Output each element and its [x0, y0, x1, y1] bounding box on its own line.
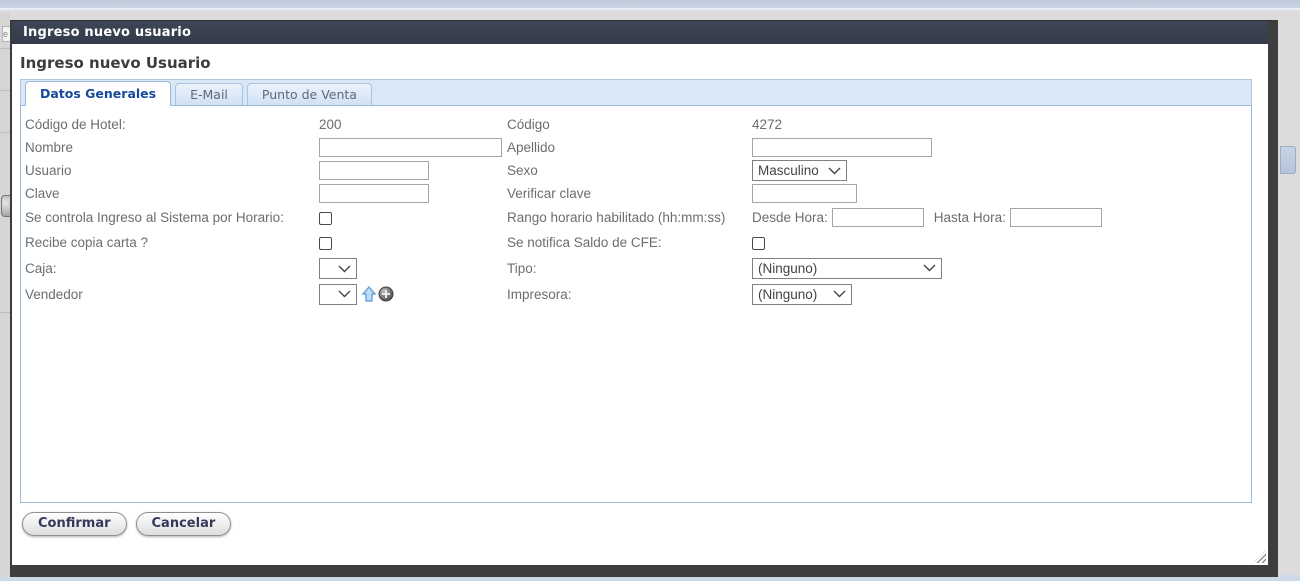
background-left-fragment: e	[0, 12, 13, 575]
sexo-select[interactable]: Masculino	[752, 160, 847, 181]
clave-field[interactable]	[319, 184, 429, 203]
verificar-clave-label: Verificar clave	[507, 186, 592, 201]
plus-circle-icon[interactable]	[378, 286, 394, 302]
cancel-button[interactable]: Cancelar	[135, 512, 232, 536]
tipo-label: Tipo:	[507, 260, 537, 276]
impresora-label: Impresora:	[507, 286, 572, 302]
chevron-down-icon	[338, 265, 351, 273]
usuario-label: Usuario	[25, 163, 72, 178]
form-row: Código de Hotel: 200 Código 4272	[21, 113, 1251, 136]
tipo-select[interactable]: (Ninguno)	[752, 257, 942, 279]
tab-punto-de-venta[interactable]: Punto de Venta	[246, 83, 372, 105]
vendedor-select[interactable]	[319, 283, 357, 305]
verificar-clave-field[interactable]	[752, 184, 857, 203]
notifica-saldo-checkbox[interactable]	[752, 236, 765, 250]
codigo-value: 4272	[752, 117, 783, 132]
hasta-hora-field[interactable]	[1009, 208, 1102, 227]
desde-hora-field[interactable]	[831, 208, 924, 227]
tab-bar: Datos Generales E-Mail Punto de Venta	[20, 79, 1252, 106]
apellido-label: Apellido	[507, 140, 556, 155]
divider	[0, 90, 10, 91]
codigo-hotel-label: Código de Hotel:	[25, 117, 126, 132]
background-right-fragment	[1278, 12, 1300, 575]
chevron-down-icon	[338, 290, 351, 298]
new-user-dialog: Ingreso nuevo usuario Ingreso nuevo Usua…	[10, 20, 1278, 577]
hasta-hora-label: Hasta Hora:	[933, 210, 1006, 225]
dialog-title: Ingreso nuevo usuario	[23, 25, 192, 40]
sexo-selected-value: Masculino	[758, 163, 819, 178]
vendedor-label: Vendedor	[25, 286, 83, 302]
form-row: Nombre Apellido	[21, 136, 1251, 159]
chevron-down-icon	[833, 290, 846, 298]
recibe-copia-checkbox[interactable]	[319, 236, 332, 250]
tab-panel-datos-generales: Código de Hotel: 200 Código 4272 Nombre …	[20, 105, 1252, 503]
divider	[0, 132, 10, 133]
dialog-titlebar[interactable]: Ingreso nuevo usuario	[12, 21, 1268, 44]
confirm-button[interactable]: Confirmar	[22, 512, 127, 536]
caja-select[interactable]	[319, 258, 357, 280]
form-row: Caja: Tipo: (Ninguno)	[21, 255, 1251, 281]
impresora-select[interactable]: (Ninguno)	[752, 283, 852, 305]
clave-label: Clave	[25, 186, 60, 201]
usuario-field[interactable]	[319, 161, 429, 180]
chevron-down-icon	[923, 264, 936, 272]
nombre-field[interactable]	[319, 138, 502, 157]
form-row: Se controla Ingreso al Sistema por Horar…	[21, 205, 1251, 230]
form-row: Recibe copia carta ? Se notifica Saldo d…	[21, 230, 1251, 255]
dialog-footer: Confirmar Cancelar	[20, 503, 1260, 545]
control-horario-label: Se controla Ingreso al Sistema por Horar…	[25, 210, 284, 225]
form-row: Usuario Sexo Masculino	[21, 159, 1251, 182]
chevron-down-icon	[828, 167, 841, 174]
dialog-body: Ingreso nuevo Usuario Datos Generales E-…	[12, 44, 1268, 565]
form-row: Vendedor Impresora: (Ninguno)	[21, 281, 1251, 307]
recibe-copia-label: Recibe copia carta ?	[25, 235, 149, 250]
divider	[0, 312, 10, 313]
codigo-label: Código	[507, 117, 550, 132]
nombre-label: Nombre	[25, 140, 74, 155]
divider	[0, 48, 10, 49]
rango-horario-label: Rango horario habilitado (hh:mm:ss)	[507, 210, 726, 225]
impresora-selected-value: (Ninguno)	[758, 286, 818, 302]
desde-hora-label: Desde Hora:	[752, 210, 828, 225]
resize-handle-icon[interactable]	[1253, 550, 1266, 563]
codigo-hotel-value: 200	[319, 117, 342, 132]
background-top-bar	[0, 0, 1300, 10]
notifica-saldo-label: Se notifica Saldo de CFE:	[507, 235, 662, 250]
background-partial-button	[1280, 146, 1296, 174]
apellido-field[interactable]	[752, 138, 932, 157]
sexo-label: Sexo	[507, 163, 538, 178]
control-horario-checkbox[interactable]	[319, 211, 332, 225]
tipo-selected-value: (Ninguno)	[758, 260, 818, 276]
tab-email[interactable]: E-Mail	[175, 83, 243, 105]
tab-datos-generales[interactable]: Datos Generales	[25, 81, 172, 106]
background-partial-field: e	[2, 26, 10, 42]
caja-label: Caja:	[25, 260, 57, 276]
up-arrow-icon[interactable]	[361, 285, 377, 303]
form-row: Clave Verificar clave	[21, 182, 1251, 205]
page-title: Ingreso nuevo Usuario	[20, 54, 211, 72]
